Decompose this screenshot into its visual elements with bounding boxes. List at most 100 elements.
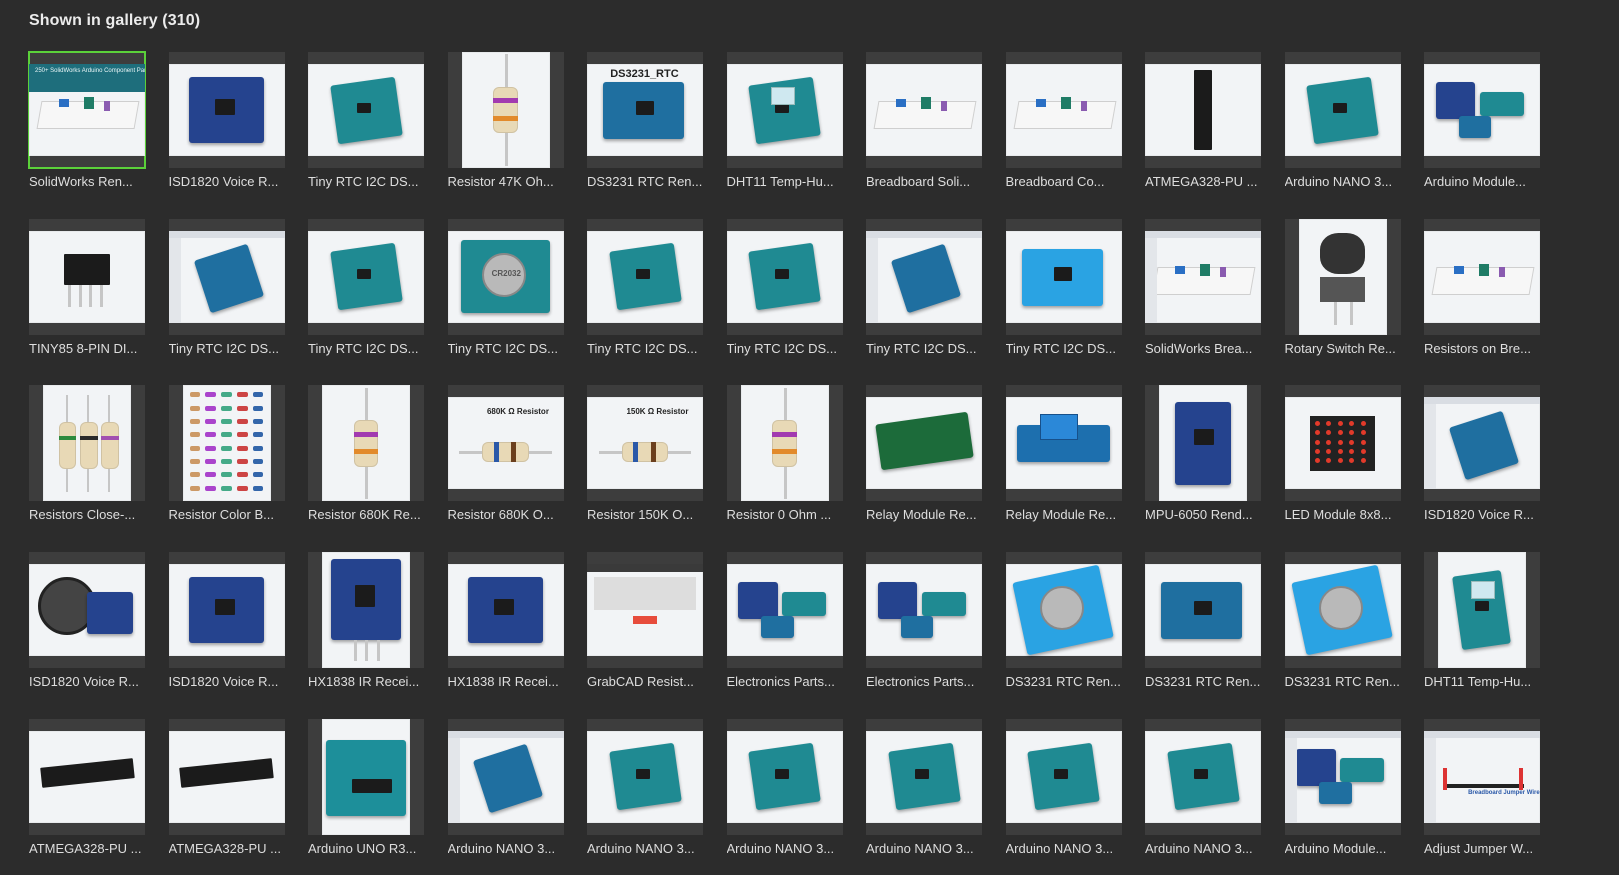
gallery-thumbnail[interactable] [726, 552, 843, 669]
gallery-item[interactable]: Arduino UNO R3... [308, 718, 424, 875]
gallery-item[interactable]: ATMEGA328-PU ... [1145, 52, 1261, 208]
gallery-item[interactable]: HX1838 IR Recei... [308, 552, 424, 708]
gallery-item[interactable]: 680K Ω Resistor Resistor 680K O... [447, 385, 564, 541]
gallery-thumbnail[interactable] [1284, 385, 1401, 502]
gallery-item[interactable]: Resistors on Bre... [1424, 218, 1540, 375]
gallery-thumbnail[interactable] [29, 218, 145, 335]
gallery-thumbnail[interactable] [1145, 718, 1261, 835]
gallery-item[interactable]: Resistor Color B... [168, 385, 285, 541]
gallery-thumbnail[interactable] [1005, 552, 1122, 669]
gallery-thumbnail[interactable] [866, 552, 982, 669]
gallery-item[interactable]: DS3231_RTC DS3231 RTC Ren... [587, 52, 703, 208]
gallery-thumbnail[interactable] [447, 552, 564, 669]
gallery-item[interactable]: Tiny RTC I2C DS... [726, 218, 843, 375]
gallery-thumbnail[interactable] [1284, 52, 1401, 168]
gallery-item[interactable]: Resistor 680K Re... [308, 385, 424, 541]
gallery-item[interactable]: Arduino NANO 3... [587, 718, 703, 875]
gallery-item[interactable]: Breadboard Soli... [866, 52, 982, 208]
gallery-item[interactable]: Arduino NANO 3... [866, 718, 982, 875]
gallery-item[interactable]: ATMEGA328-PU ... [168, 718, 285, 875]
gallery-thumbnail[interactable] [1284, 552, 1401, 669]
gallery-item[interactable]: GrabCAD Resist... [587, 552, 703, 708]
gallery-thumbnail[interactable] [1005, 385, 1122, 502]
gallery-item[interactable]: Rotary Switch Re... [1284, 218, 1401, 375]
gallery-thumbnail[interactable] [1145, 385, 1261, 502]
gallery-item[interactable]: Tiny RTC I2C DS... [308, 52, 424, 208]
gallery-thumbnail[interactable] [1145, 552, 1261, 669]
gallery-thumbnail[interactable] [587, 552, 703, 669]
gallery-item[interactable]: Resistor 47K Oh... [447, 52, 564, 208]
gallery-item[interactable]: Tiny RTC I2C DS... [308, 218, 424, 375]
gallery-item[interactable]: Arduino NANO 3... [1005, 718, 1122, 875]
gallery-thumbnail[interactable] [726, 52, 843, 168]
gallery-item[interactable]: Tiny RTC I2C DS... [866, 218, 982, 375]
gallery-item[interactable]: Arduino NANO 3... [447, 718, 564, 875]
gallery-item[interactable]: CR2032 Tiny RTC I2C DS... [447, 218, 564, 375]
gallery-thumbnail[interactable] [308, 718, 424, 835]
gallery-thumbnail[interactable] [866, 385, 982, 502]
gallery-thumbnail[interactable]: DS3231_RTC [587, 52, 703, 168]
gallery-item[interactable]: DS3231 RTC Ren... [1005, 552, 1122, 708]
gallery-item[interactable]: Resistors Close-... [29, 385, 145, 541]
gallery-item[interactable]: ISD1820 Voice R... [168, 552, 285, 708]
gallery-item[interactable]: 250+ SolidWorks Arduino Component Parts … [28, 51, 146, 208]
gallery-item[interactable]: DHT11 Temp-Hu... [1424, 552, 1540, 708]
gallery-item[interactable]: MPU-6050 Rend... [1145, 385, 1261, 541]
gallery-thumbnail[interactable]: Breadboard Jumper Wire [1424, 718, 1540, 835]
gallery-item[interactable]: TINY85 8-PIN DI... [29, 218, 145, 375]
gallery-item[interactable]: Relay Module Re... [1005, 385, 1122, 541]
gallery-thumbnail[interactable]: 680K Ω Resistor [447, 385, 564, 502]
gallery-thumbnail[interactable] [308, 52, 424, 168]
gallery-thumbnail[interactable] [168, 218, 285, 335]
gallery-thumbnail[interactable] [587, 218, 703, 335]
gallery-thumbnail[interactable] [1424, 552, 1540, 669]
gallery-item[interactable]: HX1838 IR Recei... [447, 552, 564, 708]
gallery-thumbnail[interactable] [1424, 52, 1540, 168]
gallery-item[interactable]: Breadboard Co... [1005, 52, 1122, 208]
gallery-thumbnail[interactable] [29, 552, 145, 669]
gallery-item[interactable]: Electronics Parts... [726, 552, 843, 708]
gallery-thumbnail[interactable] [447, 718, 564, 835]
gallery-thumbnail[interactable] [1284, 218, 1401, 335]
gallery-thumbnail[interactable] [587, 718, 703, 835]
gallery-thumbnail[interactable] [168, 52, 285, 168]
gallery-item[interactable]: Arduino NANO 3... [1145, 718, 1261, 875]
gallery-thumbnail[interactable] [1424, 385, 1540, 502]
gallery-item[interactable]: DS3231 RTC Ren... [1284, 552, 1401, 708]
gallery-thumbnail[interactable] [168, 385, 285, 502]
gallery-item[interactable]: Tiny RTC I2C DS... [587, 218, 703, 375]
gallery-item[interactable]: Arduino NANO 3... [726, 718, 843, 875]
gallery-item[interactable]: ATMEGA328-PU ... [29, 718, 145, 875]
gallery-item[interactable]: Resistor 0 Ohm ... [726, 385, 843, 541]
gallery-thumbnail[interactable] [866, 52, 982, 168]
gallery-thumbnail[interactable] [308, 218, 424, 335]
gallery-item[interactable]: DHT11 Temp-Hu... [726, 52, 843, 208]
gallery-item[interactable]: ISD1820 Voice R... [1424, 385, 1540, 541]
gallery-thumbnail[interactable] [29, 718, 145, 835]
gallery-item[interactable]: ISD1820 Voice R... [29, 552, 145, 708]
gallery-thumbnail[interactable] [866, 218, 982, 335]
gallery-thumbnail[interactable] [29, 385, 145, 502]
gallery-thumbnail[interactable] [1145, 52, 1261, 168]
gallery-thumbnail[interactable] [308, 385, 424, 502]
gallery-thumbnail[interactable] [168, 718, 285, 835]
gallery-item[interactable]: 150K Ω Resistor Resistor 150K O... [587, 385, 703, 541]
gallery-item[interactable]: Arduino NANO 3... [1284, 52, 1401, 208]
gallery-thumbnail[interactable] [447, 52, 564, 168]
gallery-item[interactable]: Arduino Module... [1424, 52, 1540, 208]
gallery-item[interactable]: Breadboard Jumper Wire Adjust Jumper W... [1424, 718, 1540, 875]
gallery-thumbnail[interactable]: CR2032 [447, 218, 564, 335]
gallery-item[interactable]: LED Module 8x8... [1284, 385, 1401, 541]
gallery-thumbnail[interactable] [1005, 718, 1122, 835]
gallery-thumbnail[interactable]: 250+ SolidWorks Arduino Component Parts … [28, 51, 146, 169]
gallery-item[interactable]: Tiny RTC I2C DS... [168, 218, 285, 375]
gallery-thumbnail[interactable] [1424, 218, 1540, 335]
gallery-thumbnail[interactable] [308, 552, 424, 669]
gallery-thumbnail[interactable] [726, 718, 843, 835]
gallery-item[interactable]: Electronics Parts... [866, 552, 982, 708]
gallery-item[interactable]: Arduino Module... [1284, 718, 1401, 875]
gallery-item[interactable]: DS3231 RTC Ren... [1145, 552, 1261, 708]
gallery-thumbnail[interactable] [1284, 718, 1401, 835]
gallery-thumbnail[interactable] [1005, 218, 1122, 335]
gallery-thumbnail[interactable] [1005, 52, 1122, 168]
